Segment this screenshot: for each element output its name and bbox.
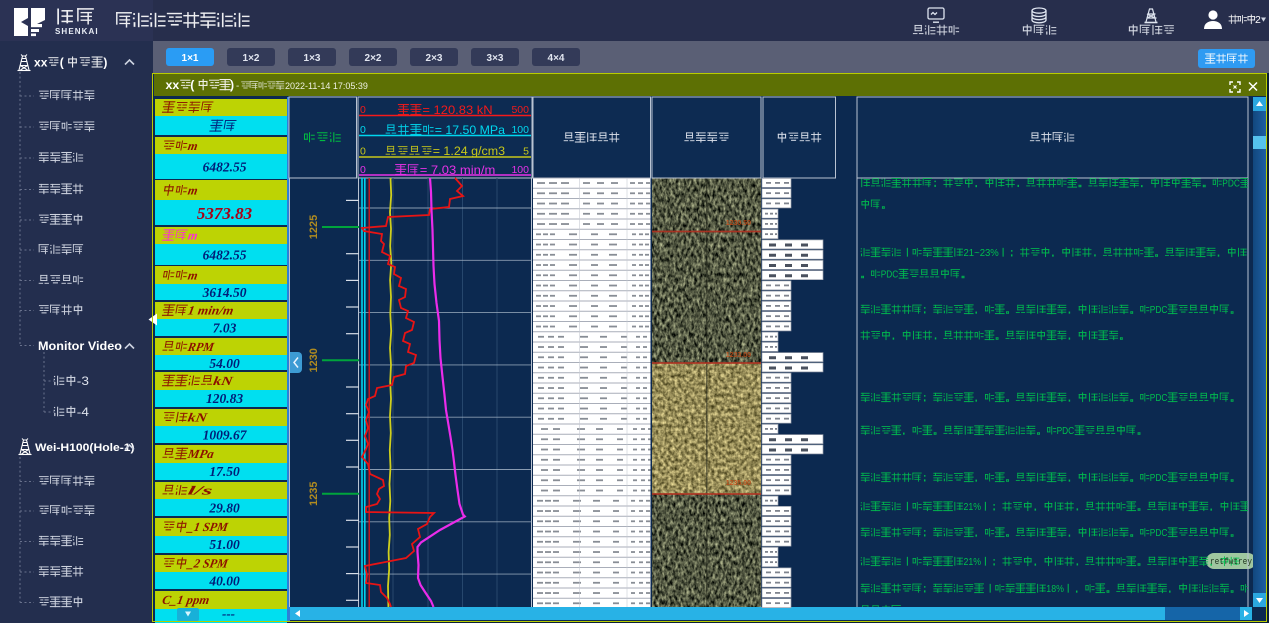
- svg-text:_1 SPM: _1 SPM: [186, 520, 230, 534]
- svg-text:40.00: 40.00: [208, 574, 240, 589]
- svg-text:1×1: 1×1: [182, 53, 199, 64]
- svg-text:xx: xx: [34, 55, 48, 69]
- svg-text:-3: -3: [77, 374, 89, 388]
- svg-text:3614.50: 3614.50: [202, 285, 247, 300]
- svg-text:5: 5: [523, 146, 529, 158]
- svg-text:(: (: [190, 78, 195, 92]
- svg-text:): ): [103, 55, 107, 69]
- svg-text:1009.67: 1009.67: [203, 428, 248, 443]
- svg-text:1225: 1225: [308, 215, 320, 239]
- svg-text:0: 0: [360, 104, 366, 116]
- svg-text:PDC: PDC: [1150, 527, 1168, 539]
- svg-text:kN: kN: [187, 411, 210, 425]
- svg-text:): ): [230, 78, 234, 92]
- svg-text:21%: 21%: [964, 556, 982, 568]
- svg-text:retfwtrey: retfwtrey: [1210, 557, 1253, 567]
- svg-text:m: m: [187, 229, 199, 243]
- svg-text:xx: xx: [166, 78, 180, 92]
- svg-text:m: m: [187, 268, 199, 282]
- svg-text:m: m: [187, 139, 199, 153]
- svg-text:1230: 1230: [308, 348, 320, 372]
- svg-text:4×4: 4×4: [548, 53, 565, 64]
- svg-text:21~23%: 21~23%: [964, 247, 999, 259]
- svg-text:kN: kN: [212, 374, 235, 388]
- svg-text:2: 2: [1255, 14, 1261, 26]
- svg-text:1×3: 1×3: [304, 53, 321, 64]
- svg-text:2×3: 2×3: [426, 53, 443, 64]
- svg-text:7.03: 7.03: [213, 321, 237, 336]
- svg-text:2×2: 2×2: [365, 53, 382, 64]
- svg-text:PDC: PDC: [1150, 304, 1168, 316]
- svg-text:18%: 18%: [1046, 583, 1064, 595]
- svg-text:3×3: 3×3: [487, 53, 504, 64]
- svg-text:PDC: PDC: [881, 269, 899, 281]
- svg-text:17.50: 17.50: [209, 464, 240, 479]
- svg-text:21%: 21%: [964, 501, 982, 513]
- svg-text:54.00: 54.00: [209, 356, 240, 371]
- svg-text:100: 100: [511, 124, 529, 136]
- svg-text:l/s: l/s: [187, 484, 214, 498]
- svg-text:RPM: RPM: [186, 340, 216, 354]
- svg-text:SHENKAI: SHENKAI: [55, 27, 99, 36]
- svg-text:120.83: 120.83: [206, 391, 243, 406]
- svg-text:0: 0: [360, 146, 366, 158]
- svg-text:-: -: [236, 81, 239, 92]
- svg-text:500: 500: [511, 104, 529, 116]
- svg-text:m: m: [187, 184, 199, 198]
- svg-text:0: 0: [360, 124, 366, 136]
- svg-text:= 1.24 g/cm3: = 1.24 g/cm3: [433, 146, 505, 158]
- svg-text:1 min/m: 1 min/m: [187, 304, 235, 318]
- svg-text:---: ---: [222, 606, 235, 621]
- svg-text:PDC: PDC: [1150, 472, 1168, 484]
- svg-text:C_1 ppm: C_1 ppm: [161, 593, 211, 607]
- svg-text:PDC: PDC: [1250, 583, 1268, 595]
- svg-text:1235: 1235: [308, 481, 320, 505]
- svg-text:6482.55: 6482.55: [203, 247, 247, 262]
- svg-text:5373.83: 5373.83: [197, 204, 253, 223]
- svg-text:29.80: 29.80: [208, 501, 240, 516]
- svg-text:MPa: MPa: [186, 447, 215, 461]
- svg-text:51.00: 51.00: [209, 537, 240, 552]
- svg-text:Wei-H100(Hole-1): Wei-H100(Hole-1): [35, 442, 135, 454]
- svg-text:1×2: 1×2: [243, 53, 260, 64]
- svg-text:-4: -4: [77, 405, 89, 419]
- svg-text:Monitor Video: Monitor Video: [38, 339, 122, 353]
- svg-text:_2 SPM: _2 SPM: [186, 557, 230, 571]
- svg-text:PDC: PDC: [1057, 425, 1075, 437]
- svg-text:2022-11-14 17:05:39: 2022-11-14 17:05:39: [285, 81, 368, 91]
- svg-text:PDC: PDC: [1150, 392, 1168, 404]
- svg-text:PDC: PDC: [1222, 178, 1240, 190]
- svg-text:(: (: [60, 55, 64, 69]
- svg-text:6482.55: 6482.55: [203, 159, 247, 174]
